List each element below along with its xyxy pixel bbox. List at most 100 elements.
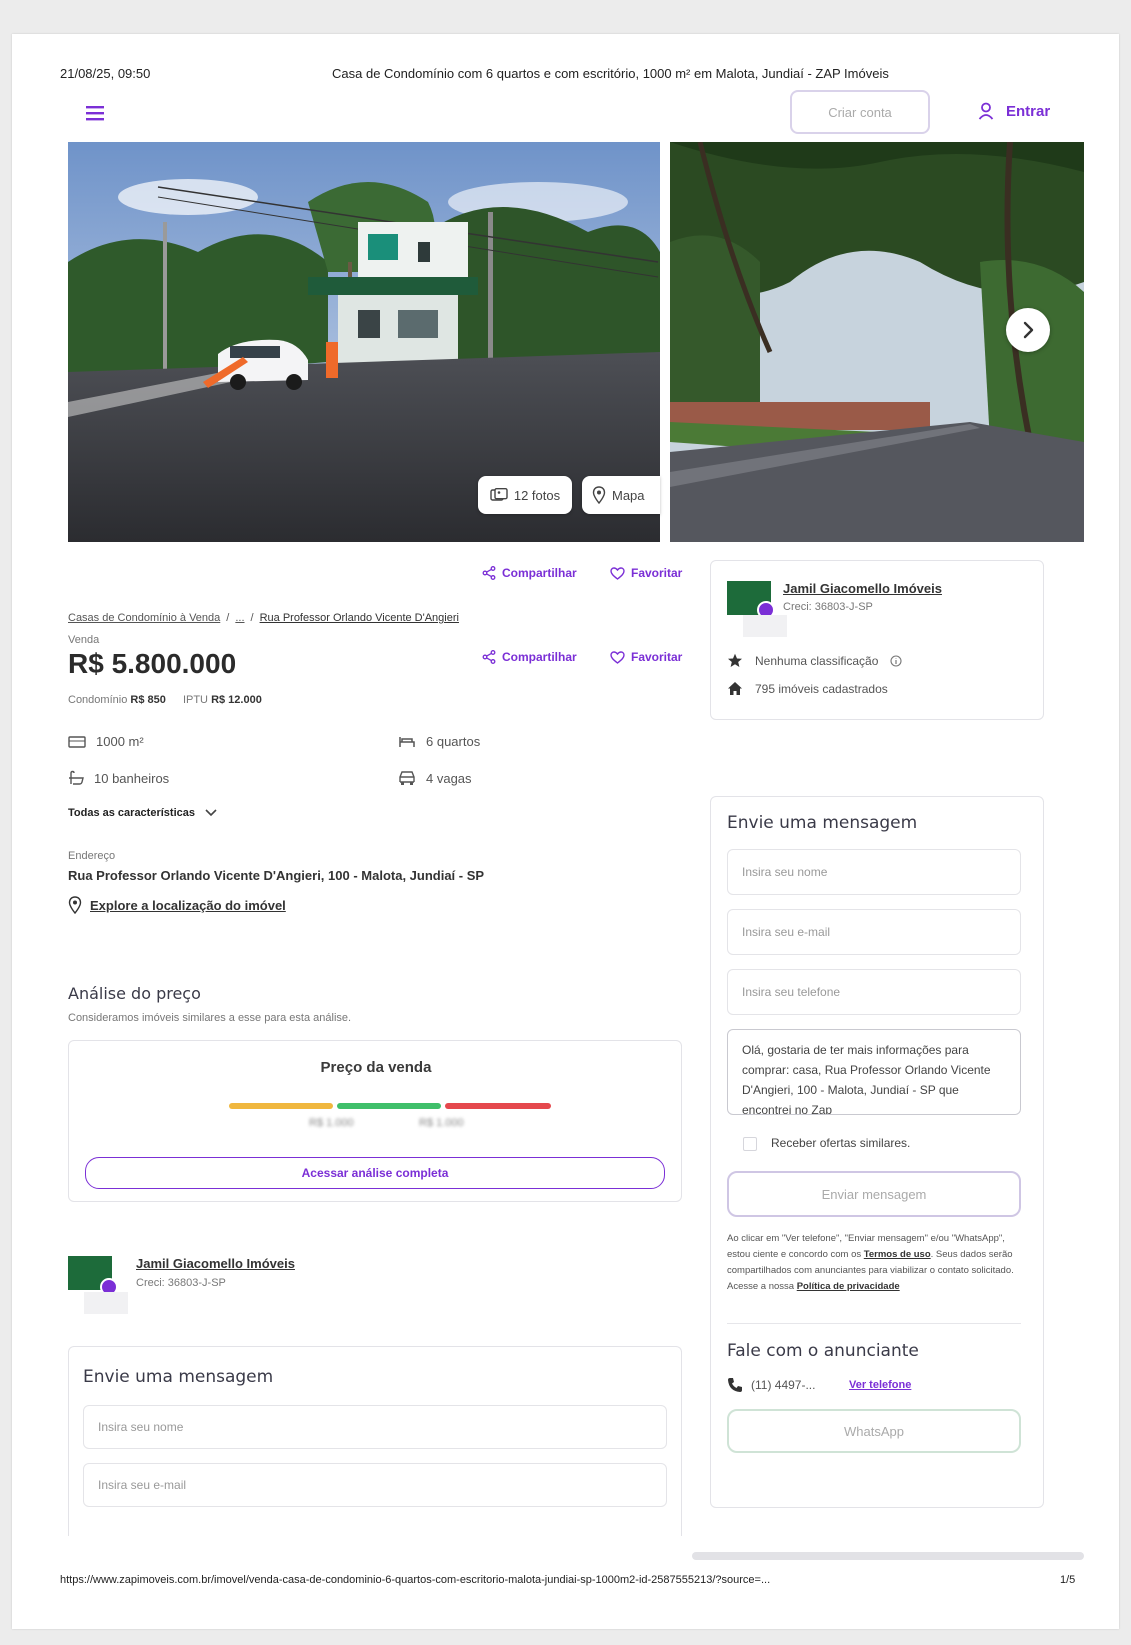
send-message-button[interactable]: Enviar mensagem: [727, 1171, 1021, 1217]
favorite-button[interactable]: Favoritar: [610, 650, 682, 664]
login-button[interactable]: Entrar: [978, 102, 1050, 120]
share-label: Compartilhar: [502, 650, 577, 664]
breadcrumb-item-ellipsis[interactable]: ...: [235, 612, 244, 624]
iptu-value: R$ 12.000: [211, 694, 262, 706]
favorite-label: Favoritar: [631, 566, 683, 580]
create-account-button[interactable]: Criar conta: [790, 90, 930, 134]
price-scale-fair: [337, 1103, 441, 1109]
hamburger-icon[interactable]: [84, 104, 106, 122]
all-features-toggle[interactable]: Todas as características: [68, 807, 217, 819]
lower-message-heading: Envie uma mensagem: [83, 1367, 274, 1387]
horizontal-scrollbar[interactable]: [692, 1552, 1084, 1560]
share-button-top[interactable]: Compartilhar: [482, 566, 577, 580]
advertiser-name-lower[interactable]: Jamil Giacomello Imóveis: [136, 1256, 295, 1271]
bathtub-icon: [69, 770, 84, 785]
explore-location-link[interactable]: Explore a localização do imóvel: [68, 896, 286, 914]
feature-bathrooms: 10 banheiros: [68, 770, 169, 786]
share-icon: [482, 650, 496, 664]
message-card: Envie uma mensagem Insira seu nome Insir…: [710, 796, 1044, 1508]
feature-bathrooms-value: 10 banheiros: [94, 770, 170, 786]
photos-button[interactable]: 12 fotos: [478, 476, 572, 514]
advertiser-logo-placeholder: [84, 1292, 128, 1314]
name-input[interactable]: Insira seu nome: [727, 849, 1021, 895]
map-label: Mapa: [612, 487, 645, 503]
legal-notice: Ao clicar em "Ver telefone", "Enviar men…: [727, 1231, 1021, 1295]
share-button[interactable]: Compartilhar: [482, 650, 577, 664]
lower-name-input[interactable]: Insira seu nome: [83, 1405, 667, 1449]
favorite-label: Favoritar: [631, 650, 683, 664]
map-button[interactable]: Mapa: [582, 476, 660, 514]
feature-area-value: 1000 m²: [96, 734, 144, 749]
lower-email-input[interactable]: Insira seu e-mail: [83, 1463, 667, 1507]
show-phone-link[interactable]: Ver telefone: [849, 1379, 911, 1391]
breadcrumb-separator: /: [226, 612, 230, 624]
privacy-link[interactable]: Política de privacidade: [797, 1281, 900, 1292]
condo-label: Condomínio: [68, 694, 128, 706]
advertiser-creci: Creci: 36803-J-SP: [783, 601, 873, 613]
listing-price: R$ 5.800.000: [68, 648, 237, 679]
show-phone-label: Ver telefone: [849, 1379, 912, 1391]
price-scale-high: [445, 1103, 551, 1109]
price-analysis-subtitle: Consideramos imóveis similares a esse pa…: [68, 1012, 352, 1024]
photos-icon: [490, 488, 508, 501]
location-pin-icon: [592, 486, 606, 504]
share-label: Compartilhar: [502, 566, 577, 580]
phone-icon: [728, 1378, 742, 1392]
bed-icon: [399, 736, 415, 747]
contact-heading: Fale com o anunciante: [727, 1341, 919, 1361]
chevron-down-icon: [205, 809, 217, 817]
breadcrumb: Casas de Condomínio à Venda / ... / Rua …: [68, 612, 459, 624]
message-heading: Envie uma mensagem: [727, 813, 918, 833]
lower-message-card: Envie uma mensagem Insira seu nome Insir…: [68, 1346, 682, 1536]
print-datetime: 21/08/25, 09:50: [60, 66, 151, 81]
advertiser-rating-label: Nenhuma classificação: [755, 653, 879, 668]
favorite-button-top[interactable]: Favoritar: [610, 566, 682, 580]
advertiser-name-lower-text: Jamil Giacomello Imóveis: [136, 1256, 295, 1271]
divider: [727, 1323, 1021, 1324]
user-icon: [978, 102, 994, 120]
terms-link[interactable]: Termos de uso: [864, 1249, 931, 1260]
address-label: Endereço: [68, 850, 116, 862]
info-icon[interactable]: [890, 654, 902, 667]
breadcrumb-item-category[interactable]: Casas de Condomínio à Venda: [68, 612, 220, 624]
price-scale-low-value: R$ 1.000: [309, 1117, 354, 1129]
iptu-label: IPTU: [182, 694, 208, 706]
all-features-label: Todas as características: [68, 807, 195, 819]
similar-offers-checkbox[interactable]: [743, 1137, 757, 1151]
gallery-next-button[interactable]: [1006, 308, 1050, 352]
message-textarea[interactable]: Olá, gostaria de ter mais informações pa…: [727, 1029, 1021, 1115]
phone-input[interactable]: Insira seu telefone: [727, 969, 1021, 1015]
feature-bedrooms: 6 quartos: [398, 734, 480, 749]
advertiser-listings: 795 imóveis cadastrados: [727, 681, 888, 696]
heart-icon: [610, 566, 625, 580]
chevron-right-icon: [1023, 321, 1034, 339]
price-scale-high-value: R$ 1.000: [419, 1117, 464, 1129]
print-url: https://www.zapimoveis.com.br/imovel/ven…: [60, 1574, 771, 1586]
price-card-title: Preço da venda: [320, 1059, 432, 1076]
feature-area: 1000 m²: [68, 734, 144, 749]
advertiser-card: Jamil Giacomello Imóveis Creci: 36803-J-…: [710, 560, 1044, 720]
whatsapp-button[interactable]: WhatsApp: [727, 1409, 1021, 1453]
share-icon: [482, 566, 496, 580]
advertiser-name[interactable]: Jamil Giacomello Imóveis: [783, 581, 942, 596]
feature-bedrooms-value: 6 quartos: [426, 734, 481, 749]
area-icon: [68, 735, 86, 748]
address-value: Rua Professor Orlando Vicente D'Angieri,…: [68, 868, 485, 883]
similar-offers-label: Receber ofertas similares.: [771, 1136, 911, 1150]
listing-fees: Condomínio R$ 850 IPTU R$ 12.000: [68, 694, 262, 706]
condo-value: R$ 850: [130, 694, 166, 706]
price-scale-low: [229, 1103, 333, 1109]
print-page-number: 1/5: [1060, 1574, 1076, 1586]
listing-type: Venda: [68, 634, 100, 646]
feature-parking-value: 4 vagas: [426, 770, 472, 786]
house-icon: [728, 682, 742, 695]
email-input[interactable]: Insira seu e-mail: [727, 909, 1021, 955]
advertiser-listings-label: 795 imóveis cadastrados: [755, 681, 888, 696]
car-icon: [399, 771, 415, 785]
contact-phone: (11) 4497-...: [727, 1377, 815, 1393]
advertiser-logo-placeholder: [743, 615, 787, 637]
price-analysis-heading: Análise do preço: [68, 984, 201, 1003]
breadcrumb-item-street[interactable]: Rua Professor Orlando Vicente D'Angieri: [260, 612, 459, 624]
printed-page: 21/08/25, 09:50 Casa de Condomínio com 6…: [12, 34, 1119, 1629]
full-analysis-button[interactable]: Acessar análise completa: [85, 1157, 665, 1189]
